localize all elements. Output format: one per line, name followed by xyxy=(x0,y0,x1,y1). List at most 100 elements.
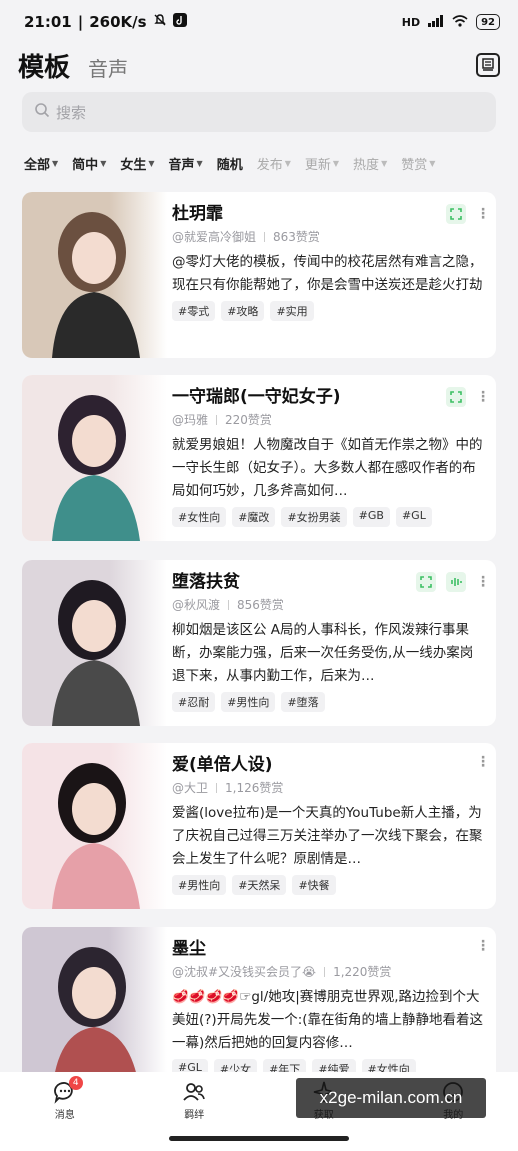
wifi-icon xyxy=(452,14,468,30)
filter-label: 发布 xyxy=(256,157,283,173)
more-icon[interactable]: ⋮ xyxy=(476,390,490,404)
status-time: 21:01 xyxy=(24,13,72,31)
tag[interactable]: #GB xyxy=(352,507,390,527)
card-tags: #男性向 #天然呆 #快餐 xyxy=(172,875,484,895)
tag[interactable]: #天然呆 xyxy=(232,875,287,895)
divider xyxy=(216,782,218,793)
card-author[interactable]: @玛雅 xyxy=(172,411,208,428)
tag[interactable]: #快餐 xyxy=(292,875,336,895)
search-input[interactable]: 搜索 xyxy=(22,92,496,132)
more-icon[interactable]: ⋮ xyxy=(476,939,490,953)
status-divider: | xyxy=(77,13,84,31)
tiktok-icon xyxy=(172,13,187,31)
card-actions: ⋮ xyxy=(446,387,490,407)
battery-level: 92 xyxy=(481,16,495,28)
filter-1[interactable]: 简中 ▼ xyxy=(72,154,106,173)
card-body: 爱(单倍人设) @大卫 1,126赞赏 爱酱(love拉布)是一个天真的YouTube… xyxy=(172,753,484,895)
filter-6[interactable]: 更新 ▼ xyxy=(305,154,339,173)
chevron-down-icon: ▼ xyxy=(332,158,340,168)
card-description: 就爱男娘姐！人物魔改自于《如首无作祟之物》中的一守长生郎（妃女子）。大多数人都在… xyxy=(172,437,483,499)
template-card[interactable]: 一守瑞郎(一守妃女子) @玛雅 220赞赏就爱男娘姐！人物魔改自于《如首无作祟之物》… xyxy=(22,375,496,541)
nav-messages[interactable]: 4 消息 xyxy=(25,1076,105,1151)
signal-icon xyxy=(428,14,444,30)
card-actions: ⋮ xyxy=(476,755,490,769)
template-card[interactable]: 墨尘 @沈叔#又没钱买会员了😭 1,220赞赏 🥩🥩🥩🥩☞gl/她攻|赛博朋克世界观,… xyxy=(22,927,496,1093)
filter-7[interactable]: 热度 ▼ xyxy=(353,154,387,173)
expand-icon[interactable] xyxy=(446,387,466,407)
card-body: 墨尘 @沈叔#又没钱买会员了😭 1,220赞赏 🥩🥩🥩🥩☞gl/她攻|赛博朋克世界观,… xyxy=(172,937,484,1079)
card-tags: #忍耐 #男性向 #堕落 xyxy=(172,692,484,712)
filter-label: 音声 xyxy=(168,157,195,173)
card-meta: @秋风渡 856赞赏 xyxy=(172,596,484,613)
card-actions: ⋮ xyxy=(476,939,490,953)
filter-4[interactable]: 随机 xyxy=(217,154,243,173)
filter-bar: 全部 ▼ 简中 ▼ 女生 ▼ 音声 ▼ 随机 发布 ▼ 更新 ▼ 热度 ▼ 赞赏 ▼ xyxy=(24,152,504,174)
filter-label: 简中 xyxy=(72,157,99,173)
card-thumbnail xyxy=(22,375,167,541)
template-card[interactable]: 爱(单倍人设) @大卫 1,126赞赏 爱酱(love拉布)是一个天真的YouTube… xyxy=(22,743,496,909)
unread-badge: 4 xyxy=(68,1076,83,1090)
card-description: 爱酱(love拉布)是一个天真的YouTube新人主播，为了庆祝自己过得三万关注… xyxy=(172,805,483,867)
tag[interactable]: #实用 xyxy=(270,301,314,321)
card-body: 一守瑞郎(一守妃女子) @玛雅 220赞赏就爱男娘姐！人物魔改自于《如首无作祟之物》… xyxy=(172,385,484,527)
expand-icon[interactable] xyxy=(416,572,436,592)
bookmark-icon xyxy=(482,58,494,71)
tag[interactable]: #女性向 xyxy=(172,507,227,527)
tag[interactable]: #堕落 xyxy=(281,692,325,712)
card-author[interactable]: @沈叔#又没钱买会员了😭 xyxy=(172,963,316,980)
filter-5[interactable]: 发布 ▼ xyxy=(257,154,291,173)
template-card[interactable]: 堕落扶贫 @秋风渡 856赞赏 柳如烟是该区公 A局的人事科长，作风泼辣行事果断，办案… xyxy=(22,560,496,726)
tag[interactable]: #女扮男装 xyxy=(281,507,347,527)
nav-label: 羁绊 xyxy=(184,1110,205,1121)
tag[interactable]: #魔改 xyxy=(232,507,276,527)
card-thumbnail xyxy=(22,192,167,358)
tag[interactable]: #攻略 xyxy=(221,301,265,321)
tab-templates[interactable]: 模板 xyxy=(18,47,70,84)
people-icon xyxy=(183,1083,206,1101)
card-meta: @就爱高冷御姐 863赞赏 xyxy=(172,228,484,245)
card-thumbnail xyxy=(22,560,167,726)
mute-icon xyxy=(153,13,167,31)
card-tags: #女性向 #魔改 #女扮男装 #GB #GL xyxy=(172,507,484,527)
nav-label: 消息 xyxy=(54,1110,75,1121)
card-description: 🥩🥩🥩🥩☞gl/她攻|赛博朋克世界观,路边捡到个大美妞(?)开局先发一个:(靠在… xyxy=(172,989,484,1051)
home-indicator[interactable] xyxy=(169,1136,349,1141)
battery-icon: 92 xyxy=(476,14,500,30)
search-icon xyxy=(34,102,50,122)
filter-8[interactable]: 赞赏 ▼ xyxy=(401,154,435,173)
chevron-down-icon: ▼ xyxy=(148,158,155,168)
card-author[interactable]: @秋风渡 xyxy=(172,596,220,613)
chevron-down-icon: ▼ xyxy=(381,158,388,168)
card-author[interactable]: @大卫 xyxy=(172,779,208,796)
filter-label: 赞赏 xyxy=(401,157,428,173)
divider xyxy=(216,414,218,425)
card-author[interactable]: @就爱高冷御姐 xyxy=(172,228,256,245)
expand-icon[interactable] xyxy=(446,204,466,224)
divider xyxy=(228,599,230,610)
filter-3[interactable]: 音声 ▼ xyxy=(169,154,203,173)
network-label: HD xyxy=(401,15,421,29)
more-icon[interactable]: ⋮ xyxy=(476,207,490,221)
card-description: 柳如烟是该区公 A局的人事科长，作风泼辣行事果断，办案能力强，后来一次任务受伤,… xyxy=(172,622,474,684)
more-icon[interactable]: ⋮ xyxy=(476,755,490,769)
tag[interactable]: #GL xyxy=(395,507,432,527)
filter-0[interactable]: 全部 ▼ xyxy=(24,154,58,173)
card-thumbnail xyxy=(22,743,167,909)
tab-audio[interactable]: 音声 xyxy=(88,53,128,82)
filter-2[interactable]: 女生 ▼ xyxy=(120,154,154,173)
more-icon[interactable]: ⋮ xyxy=(476,575,490,589)
bookmark-button[interactable] xyxy=(476,53,500,77)
voice-icon[interactable] xyxy=(446,572,466,592)
card-likes: 220赞赏 xyxy=(225,413,272,427)
tag[interactable]: #男性向 xyxy=(172,875,227,895)
tag[interactable]: #零式 xyxy=(172,301,216,321)
card-title: 一守瑞郎(一守妃女子) xyxy=(172,387,341,407)
status-bar: 21:01 | 260K/s HD 92 xyxy=(0,0,518,44)
filter-label: 女生 xyxy=(120,157,147,173)
template-card[interactable]: 杜玥霏 @就爱高冷御姐 863赞赏 @零灯大佬的模板，传闻中的校花居然有难言之隐，现在… xyxy=(22,192,496,358)
watermark: x2ge-milan.com.cn xyxy=(296,1078,486,1118)
card-meta: @玛雅 220赞赏 xyxy=(172,411,484,428)
tag[interactable]: #男性向 xyxy=(221,692,276,712)
tag[interactable]: #忍耐 xyxy=(172,692,216,712)
card-likes: 1,126赞赏 xyxy=(225,781,284,795)
